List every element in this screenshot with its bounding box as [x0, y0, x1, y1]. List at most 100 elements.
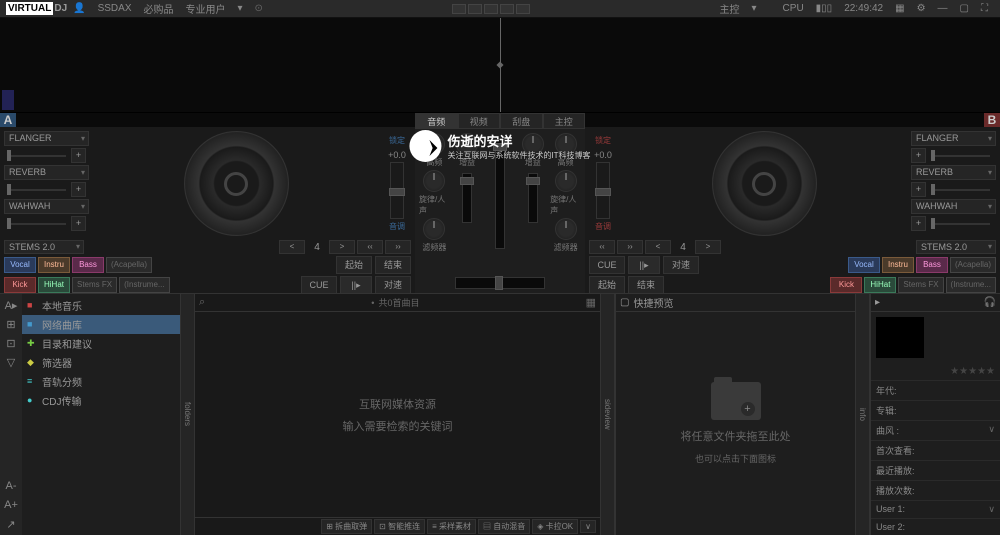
- folders-tab[interactable]: folders: [180, 294, 195, 535]
- dropdown-icon[interactable]: ▾: [238, 3, 243, 14]
- folder-add-icon[interactable]: [711, 382, 761, 420]
- stem-bass[interactable]: Bass: [72, 257, 104, 273]
- sidebar-item-stems[interactable]: ≡音轨分频: [22, 372, 180, 391]
- fx-reverb-slider[interactable]: [4, 182, 69, 197]
- loop-start[interactable]: 起始: [336, 256, 372, 274]
- sidebar-tool[interactable]: A▸: [3, 297, 19, 313]
- user-name[interactable]: SSDAX: [98, 3, 132, 14]
- deck-a-waveform[interactable]: [16, 113, 415, 127]
- fx-wahwah-slider[interactable]: [928, 216, 993, 231]
- hotcue-double-next[interactable]: ››: [617, 240, 643, 254]
- loop-end[interactable]: 结束: [375, 256, 411, 274]
- hotcue-double-prev[interactable]: ‹‹: [589, 240, 615, 254]
- info-tab[interactable]: info: [855, 294, 870, 535]
- hotcue-double-prev[interactable]: ‹‹: [357, 240, 383, 254]
- search-input[interactable]: [209, 297, 367, 308]
- sidebar-item-online[interactable]: ■网络曲库: [22, 315, 180, 334]
- fx-flanger-slider[interactable]: [4, 148, 69, 163]
- mixer-tab-scratch[interactable]: 刮盘: [500, 113, 543, 129]
- sideview-tab[interactable]: sideview: [600, 294, 615, 535]
- grid-toggle-icon[interactable]: ▦: [586, 296, 596, 309]
- stem-fx[interactable]: Stems FX: [72, 277, 117, 293]
- hotcue-double-next[interactable]: ››: [385, 240, 411, 254]
- stem-kick[interactable]: Kick: [4, 277, 36, 293]
- hotcue-next[interactable]: >: [695, 240, 721, 254]
- mixer-tab-main[interactable]: 主控: [543, 113, 586, 129]
- fx-reverb-select[interactable]: REVERB: [4, 165, 89, 180]
- header-tab-2[interactable]: 专业用户: [186, 1, 226, 16]
- stem-kick[interactable]: Kick: [830, 277, 862, 293]
- fx-add-button[interactable]: +: [71, 182, 86, 197]
- fx-flanger-select[interactable]: FLANGER: [4, 131, 89, 146]
- footer-btn[interactable]: ⊞ 拆曲取弹: [321, 519, 372, 534]
- hotcue-prev[interactable]: <: [645, 240, 671, 254]
- fx-reverb-slider[interactable]: [928, 182, 993, 197]
- calendar-icon[interactable]: ▦: [895, 3, 904, 14]
- filter-knob-a[interactable]: [423, 170, 445, 192]
- channel-fader-a[interactable]: [462, 173, 472, 223]
- deck-b-label[interactable]: B: [984, 113, 1000, 127]
- play-button[interactable]: ||▸: [628, 256, 660, 274]
- gain-knob-a[interactable]: [423, 133, 445, 155]
- footer-btn[interactable]: ◈ 卡拉OK: [532, 519, 578, 534]
- master-label[interactable]: 主控: [720, 1, 740, 16]
- fx-wahwah-select[interactable]: WAHWAH: [4, 199, 89, 214]
- preview-play-icon[interactable]: ▸: [875, 297, 880, 308]
- deck-b-waveform[interactable]: [585, 113, 984, 127]
- font-increase[interactable]: A+: [3, 497, 19, 513]
- play-button[interactable]: ||▸: [340, 276, 372, 294]
- fx-wahwah-select[interactable]: WAHWAH: [911, 199, 996, 214]
- fx-flanger-slider[interactable]: [928, 148, 993, 163]
- maximize-button[interactable]: ▢: [960, 3, 969, 14]
- sidebar-tool[interactable]: ⊞: [3, 316, 19, 332]
- stem-bass[interactable]: Bass: [916, 257, 948, 273]
- cue-button[interactable]: CUE: [301, 276, 337, 294]
- overview-waveform[interactable]: [0, 18, 1000, 113]
- stem-instrume[interactable]: (Instrume...: [119, 277, 169, 293]
- fx-add-button[interactable]: +: [71, 148, 86, 163]
- loop-end[interactable]: 结束: [628, 276, 664, 294]
- low-knob-a[interactable]: [423, 218, 445, 240]
- close-button[interactable]: ⛶: [981, 3, 988, 14]
- preview-icon[interactable]: ▢: [620, 297, 629, 308]
- preview-dropzone[interactable]: 将任意文件夹拖至此处 也可以点击下面图标: [616, 312, 855, 535]
- fx-flanger-select[interactable]: FLANGER: [911, 131, 996, 146]
- deck-a-pitch-slider[interactable]: [390, 162, 404, 219]
- footer-btn[interactable]: ≡ 采样素材: [427, 519, 476, 534]
- stem-instru[interactable]: Instru: [882, 257, 914, 273]
- crossfader[interactable]: [455, 277, 545, 289]
- record-icon[interactable]: ⊙: [255, 3, 263, 14]
- deck-b-pitch-slider[interactable]: [596, 162, 610, 219]
- fx-add-button[interactable]: +: [911, 148, 926, 163]
- stem-acapella[interactable]: (Acapella): [950, 257, 996, 273]
- fx-reverb-select[interactable]: REVERB: [911, 165, 996, 180]
- low-knob-b[interactable]: [555, 218, 577, 240]
- header-tab-1[interactable]: 必购品: [144, 1, 174, 16]
- font-decrease[interactable]: A-: [3, 478, 19, 494]
- pitch-lock-label[interactable]: 锁定: [595, 135, 611, 146]
- expand-icon[interactable]: ↗: [3, 516, 19, 532]
- sidebar-tool[interactable]: ▽: [3, 354, 19, 370]
- sidebar-item-cdj[interactable]: ●CDJ传输: [22, 391, 180, 410]
- deck-b-jogwheel[interactable]: [712, 131, 817, 236]
- channel-fader-b[interactable]: [528, 173, 538, 223]
- sidebar-item-filter[interactable]: ◆筛选器: [22, 353, 180, 372]
- gain-knob-r[interactable]: [522, 133, 544, 155]
- gain-knob-b[interactable]: [555, 133, 577, 155]
- stem-fx[interactable]: Stems FX: [898, 277, 943, 293]
- info-user1[interactable]: User 1:: [871, 500, 1000, 518]
- deck-a-jogwheel[interactable]: [184, 131, 289, 236]
- sidebar-item-lists[interactable]: ✚目录和建议: [22, 334, 180, 353]
- filter-knob-b[interactable]: [555, 170, 577, 192]
- pitch-lock-label[interactable]: 锁定: [389, 135, 405, 146]
- waveform-slot-a[interactable]: [2, 90, 14, 110]
- user-icon[interactable]: 👤: [73, 3, 85, 14]
- stem-hihat[interactable]: HiHat: [38, 277, 70, 293]
- stem-hihat[interactable]: HiHat: [864, 277, 896, 293]
- master-dropdown-icon[interactable]: ▾: [752, 3, 757, 14]
- settings-icon[interactable]: ⚙: [917, 3, 926, 14]
- cue-button[interactable]: CUE: [589, 256, 625, 274]
- mixer-tab-video[interactable]: 视频: [458, 113, 501, 129]
- fx-wahwah-slider[interactable]: [4, 216, 69, 231]
- stems-select[interactable]: STEMS 2.0: [4, 240, 84, 254]
